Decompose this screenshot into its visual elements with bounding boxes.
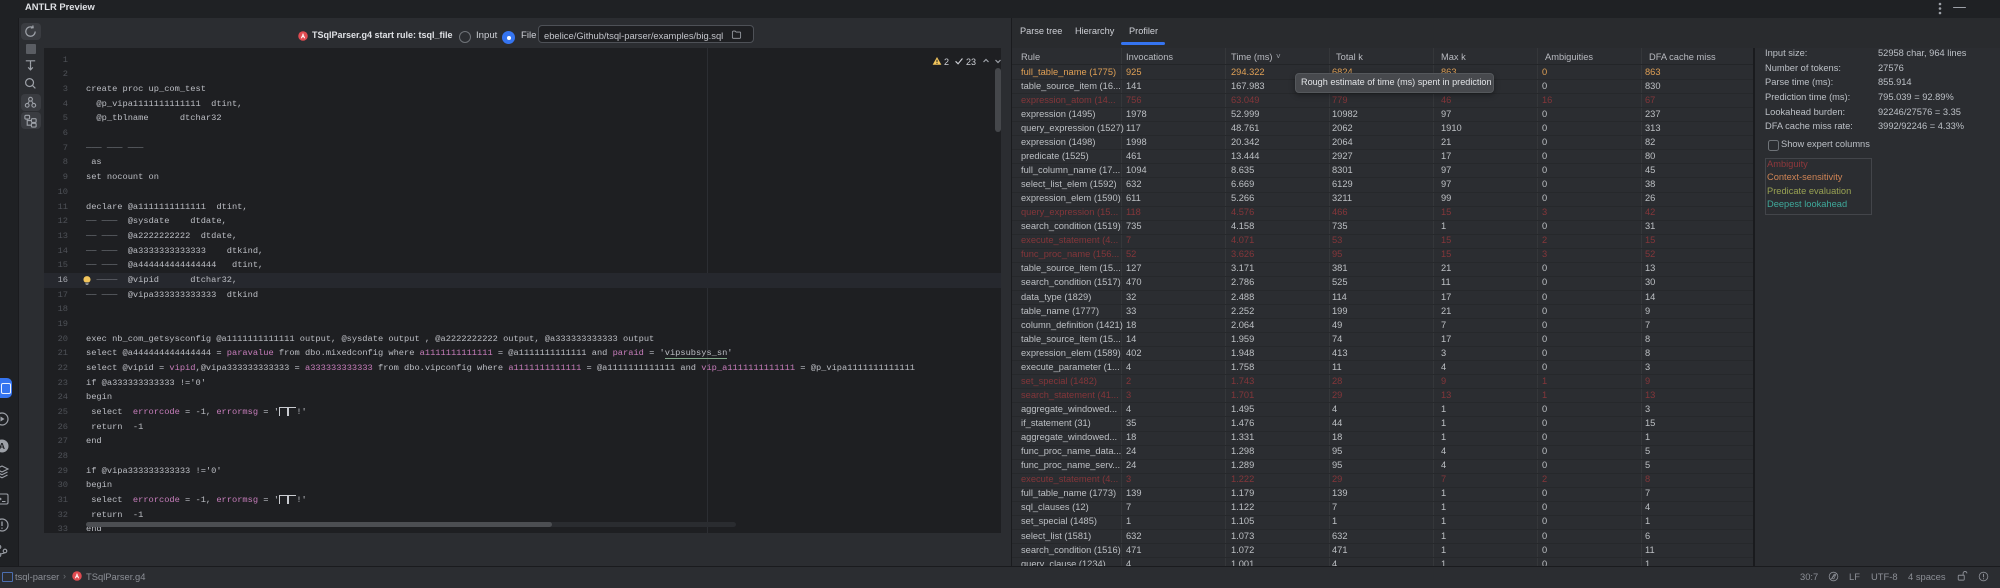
svg-text:A: A xyxy=(0,441,5,451)
